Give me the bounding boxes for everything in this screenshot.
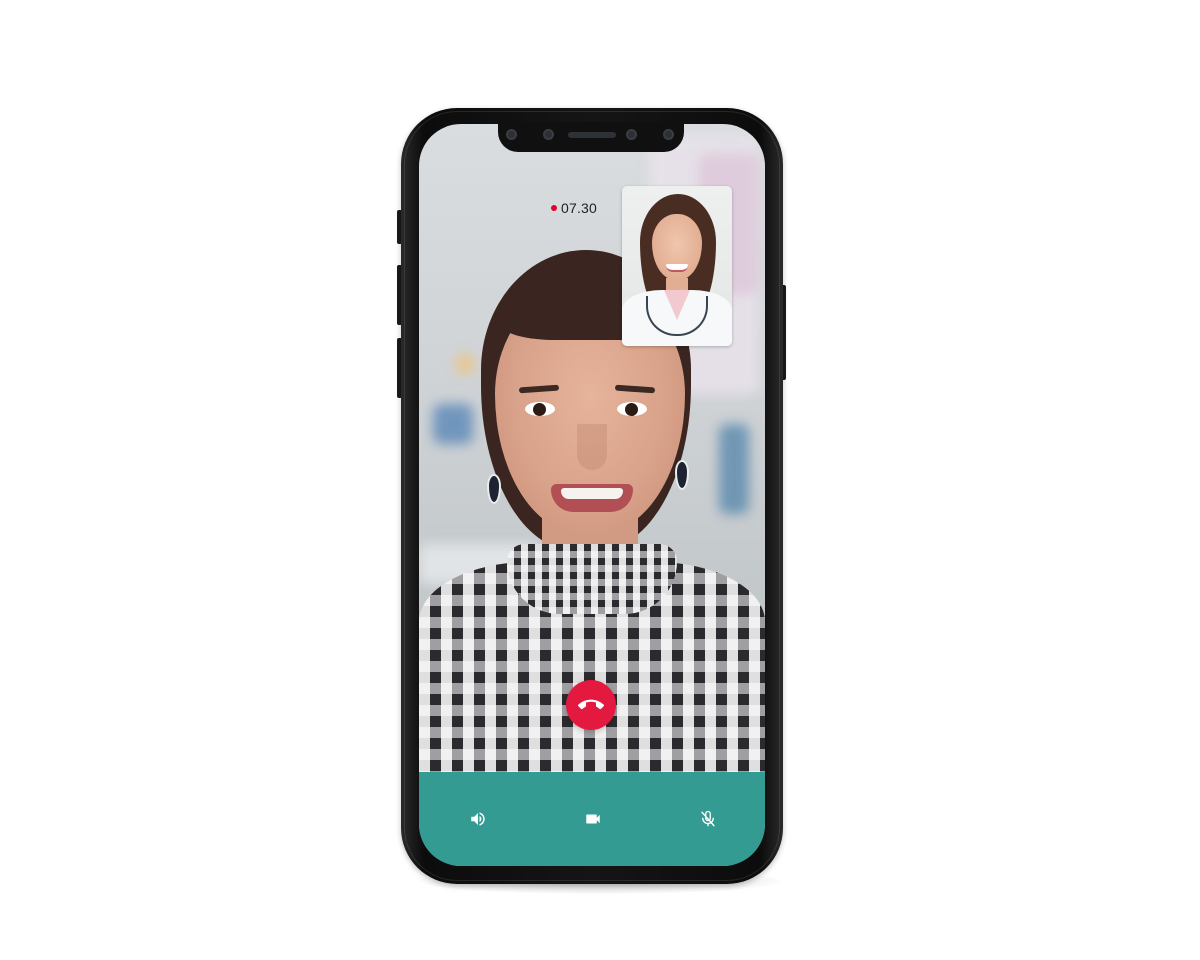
phone-notch	[498, 122, 684, 152]
phone-hangup-icon	[578, 699, 604, 710]
sensor-icon	[506, 129, 517, 140]
sensor-icon	[626, 129, 637, 140]
sensor-icon	[663, 129, 674, 140]
caller-collar	[507, 544, 677, 614]
call-duration: 07.30	[561, 200, 598, 216]
video-call-screen: 07.30	[419, 124, 765, 866]
caller-earring	[675, 460, 689, 490]
recording-dot-icon	[551, 205, 557, 211]
caller-nose	[577, 424, 607, 470]
caller-earring	[487, 474, 501, 504]
call-control-bar	[419, 772, 765, 866]
earpiece-speaker	[568, 132, 616, 138]
self-view-smile	[666, 264, 688, 272]
microphone-off-icon	[701, 810, 715, 827]
caller-eye	[525, 402, 555, 416]
end-call-button[interactable]	[566, 680, 616, 730]
mute-button[interactable]	[699, 810, 717, 828]
caller-eye	[617, 402, 647, 416]
caller-smile	[551, 484, 633, 512]
call-timer: 07.30	[551, 200, 597, 216]
self-view-preview[interactable]	[622, 186, 732, 346]
front-camera-icon	[543, 129, 554, 140]
speaker-icon	[471, 812, 485, 826]
speaker-button[interactable]	[469, 810, 487, 828]
video-toggle-button[interactable]	[584, 810, 602, 828]
video-camera-icon	[586, 814, 600, 824]
